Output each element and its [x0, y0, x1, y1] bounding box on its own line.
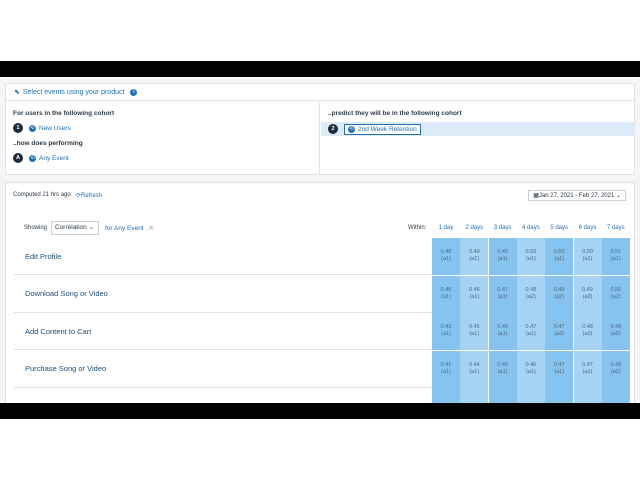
within-label: Within: — [408, 225, 427, 231]
event-row[interactable]: Download Song or Video — [14, 276, 432, 313]
event-letter-badge: A — [13, 153, 23, 163]
card-header-title[interactable]: Select events using your product — [23, 89, 125, 96]
day-header[interactable]: 7 days — [602, 225, 630, 231]
event-row[interactable]: Edit Profile — [14, 238, 432, 275]
result-cell[interactable]: 0.46 (a1) — [516, 350, 545, 388]
result-cell[interactable]: 0.46 (a1) — [460, 275, 489, 313]
right-cohort-panel: ..predict they will be in the following … — [321, 102, 635, 174]
result-cell[interactable]: 0.43 (a1) — [432, 313, 460, 350]
result-cell[interactable]: 0.44 (a1) — [460, 350, 489, 388]
result-cell[interactable]: 0.45 (a1) — [488, 350, 517, 388]
result-cell[interactable] — [488, 388, 517, 403]
result-cell[interactable]: 0.49 (a2) — [601, 313, 630, 350]
result-cell[interactable]: 0.49 (a2) — [545, 275, 574, 313]
event-name[interactable]: Any Event — [39, 155, 69, 162]
cohort-name[interactable]: New Users — [39, 125, 71, 132]
letterbox-top — [0, 61, 640, 77]
event-row[interactable]: Purchase Song or Video — [14, 351, 432, 388]
result-cell[interactable] — [545, 388, 574, 403]
result-cell[interactable]: 0.45 (a1) — [432, 275, 460, 313]
day-header[interactable]: 5 days — [545, 225, 573, 231]
result-cell[interactable]: 0.49 (a1) — [488, 238, 517, 275]
screen-frame: ⬉ Select events using your product i For… — [0, 0, 640, 480]
result-cell[interactable]: 0.45 (a1) — [460, 313, 489, 350]
computed-timestamp: Computed 21 hrs ago — [13, 192, 71, 198]
result-cell[interactable]: 0.41 (a1) — [432, 350, 460, 388]
day-header[interactable]: 1 day — [432, 225, 460, 231]
result-cell[interactable]: 0.48 (a2) — [516, 275, 545, 313]
result-cell[interactable]: 0.50 (a2) — [601, 275, 630, 313]
metric-select-value: Correlation — [55, 224, 87, 231]
cohort-number-badge: 1 — [13, 123, 23, 133]
result-cell[interactable]: 0.47 (a1) — [516, 313, 545, 350]
results-card: Computed 21 hrs ago ⟳Refresh ▦Jan 27, 20… — [5, 182, 635, 403]
event-icon: ⟲ — [29, 154, 36, 162]
left-cohort-panel: For users in the following cohort 1 ⟲ Ne… — [6, 102, 320, 174]
result-cell[interactable]: 0.47 (a1) — [488, 275, 517, 313]
card-header: ⬉ Select events using your product i — [6, 84, 634, 101]
event-selection-card: ⬉ Select events using your product i For… — [5, 83, 635, 175]
app-view: ⬉ Select events using your product i For… — [0, 77, 640, 403]
cohort-selector[interactable]: ⟲ 2nd Week Retention — [344, 123, 421, 135]
result-cell[interactable]: 0.50 (a1) — [573, 238, 602, 275]
result-cell[interactable] — [573, 388, 602, 403]
chevron-down-icon: ⌄ — [86, 224, 95, 231]
date-range-picker[interactable]: ▦Jan 27, 2021 - Feb 27, 2021 ⌄ — [528, 190, 626, 201]
info-icon[interactable]: i — [130, 88, 138, 96]
result-cell[interactable]: 0.50 (a1) — [516, 238, 545, 275]
result-cell[interactable]: 0.48 (a2) — [573, 313, 602, 350]
day-header[interactable]: 4 days — [517, 225, 545, 231]
cohort-name-2[interactable]: 2nd Week Retention — [358, 126, 417, 133]
pointer-icon: ⬉ — [14, 89, 20, 96]
result-cell[interactable]: 0.47 (a1) — [545, 350, 574, 388]
search-icon[interactable]: ⌕ — [149, 223, 153, 233]
cohort-row-retention[interactable]: 2 ⟲ 2nd Week Retention — [321, 122, 635, 136]
left-cohort-label: For users in the following cohort — [13, 110, 115, 117]
result-cell[interactable]: 0.50 (a1) — [545, 238, 574, 275]
result-cell[interactable] — [516, 388, 545, 403]
letterbox-bottom — [0, 403, 640, 419]
cohort-number-badge-2: 2 — [328, 124, 338, 134]
event-row-any-event[interactable]: A ⟲ Any Event — [13, 152, 312, 164]
result-cell[interactable]: 0.47 (a2) — [545, 313, 574, 350]
showing-label: Showing — [24, 225, 48, 231]
result-cell[interactable]: 0.48 (a2) — [601, 350, 630, 388]
result-cell[interactable]: 0.49 (a2) — [573, 275, 602, 313]
performing-label: ..how does performing — [13, 140, 83, 147]
result-cell[interactable]: 0.48 (a1) — [432, 238, 460, 275]
result-cell[interactable] — [432, 388, 460, 403]
result-cell[interactable] — [460, 388, 489, 403]
result-cell[interactable]: 0.51 (a1) — [601, 238, 630, 275]
event-filter-link[interactable]: for Any Event — [105, 225, 144, 232]
day-header[interactable]: 6 days — [574, 225, 602, 231]
result-cell[interactable]: 0.49 (a1) — [460, 238, 489, 275]
cohort-icon-2: ⟲ — [348, 125, 355, 133]
day-header[interactable]: 2 days — [460, 225, 488, 231]
refresh-label: Refresh — [81, 193, 103, 199]
right-cohort-label: ..predict they will be in the following … — [328, 110, 462, 117]
cohort-row-new-users[interactable]: 1 ⟲ New Users — [13, 122, 312, 134]
date-range-label: Jan 27, 2021 - Feb 27, 2021 — [538, 193, 615, 199]
event-row[interactable]: Add Content to Cart — [14, 313, 432, 350]
refresh-button[interactable]: ⟳Refresh — [76, 192, 102, 199]
result-cell[interactable]: 0.47 (a1) — [573, 350, 602, 388]
day-header[interactable]: 3 days — [489, 225, 517, 231]
result-cell[interactable] — [601, 388, 630, 403]
result-cell[interactable]: 0.46 (a1) — [488, 313, 517, 350]
chevron-down-icon: ⌄ — [614, 193, 621, 199]
metric-select[interactable]: Correlation ⌄ — [51, 221, 99, 235]
cohort-icon: ⟲ — [29, 124, 36, 132]
